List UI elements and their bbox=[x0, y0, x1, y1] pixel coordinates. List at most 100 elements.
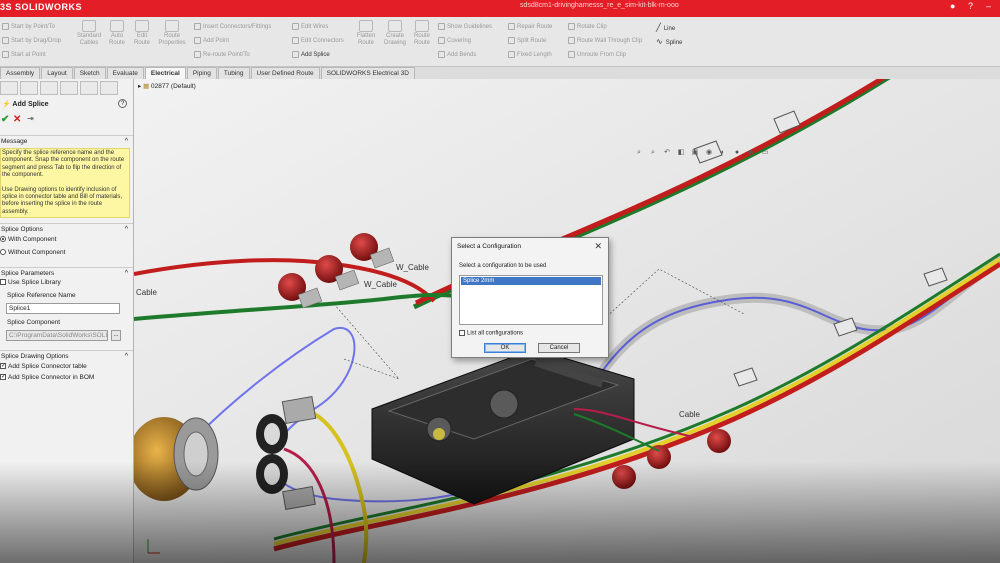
repair-route-button[interactable]: Repair Route bbox=[508, 23, 552, 30]
covering-button[interactable]: Covering bbox=[438, 37, 471, 44]
help-icon[interactable]: ? bbox=[118, 99, 127, 108]
insert-connectors-button[interactable]: Insert Connectors/Fittings bbox=[194, 23, 271, 30]
config-manager-tab[interactable] bbox=[40, 81, 58, 95]
message-section-header[interactable]: Message ^ bbox=[0, 135, 133, 146]
pin-icon[interactable]: ⇥ bbox=[27, 114, 34, 123]
section-view-icon[interactable]: ◧ bbox=[676, 148, 686, 157]
user-icon[interactable]: ● bbox=[950, 1, 955, 11]
minimize-icon[interactable]: – bbox=[986, 1, 991, 11]
split-route-button[interactable]: Split Route bbox=[508, 37, 546, 44]
auto-route-button[interactable]: Auto Route bbox=[106, 20, 128, 47]
splice-drawing-options-header[interactable]: Splice Drawing Options ^ bbox=[0, 350, 133, 361]
tab-user-defined-route[interactable]: User Defined Route bbox=[250, 67, 320, 79]
collapse-icon[interactable]: ^ bbox=[125, 224, 128, 235]
show-guidelines-button[interactable]: Show Guidelines bbox=[438, 23, 492, 30]
add-point-button[interactable]: Add Point bbox=[194, 37, 229, 44]
with-component-radio[interactable]: With Component bbox=[0, 236, 56, 243]
close-icon[interactable]: ✕ bbox=[594, 241, 602, 252]
checkbox-unchecked[interactable] bbox=[459, 330, 465, 336]
checkbox-checked[interactable]: ✓ bbox=[0, 374, 6, 381]
configuration-list[interactable]: Splice 2mm bbox=[459, 275, 603, 325]
line-button[interactable]: ╱ Line bbox=[656, 23, 675, 32]
tab-tubing[interactable]: Tubing bbox=[217, 67, 250, 79]
label: Start by Point/To bbox=[11, 24, 56, 31]
feature-tree-flyout[interactable]: ▸ ▦ 02877 (Default) bbox=[138, 82, 196, 90]
expand-icon[interactable]: ▸ bbox=[138, 83, 141, 90]
property-manager-tab[interactable] bbox=[20, 81, 38, 95]
add-connector-table-checkbox[interactable]: ✓ Add Splice Connector table bbox=[0, 363, 87, 370]
rotate-clip-button[interactable]: Rotate Clip bbox=[568, 23, 607, 30]
label: Route Route bbox=[413, 33, 430, 46]
drawing-icon bbox=[388, 20, 402, 32]
radio-selected[interactable] bbox=[0, 236, 6, 243]
cam-tab[interactable] bbox=[100, 81, 118, 95]
edit-wires-button[interactable]: Edit Wires bbox=[292, 23, 328, 30]
scene-icon[interactable]: ◆ bbox=[746, 148, 756, 157]
route-properties-button[interactable]: Route Properties bbox=[156, 20, 188, 47]
zoom-area-icon[interactable]: ⌕ bbox=[648, 148, 658, 157]
reroute-point-button[interactable]: Re-route Point/To bbox=[194, 51, 250, 58]
tab-solidworks-electrical-3d[interactable]: SOLIDWORKS Electrical 3D bbox=[320, 67, 415, 79]
ok-check-icon[interactable]: ✔ bbox=[1, 114, 9, 125]
cancel-button[interactable]: Cancel bbox=[538, 343, 580, 353]
display-manager-tab[interactable] bbox=[80, 81, 98, 95]
radio-unselected[interactable] bbox=[0, 249, 6, 256]
list-item[interactable]: Splice 2mm bbox=[461, 277, 601, 285]
unroute-from-clip-button[interactable]: Unroute From Clip bbox=[568, 51, 626, 58]
assembly-icon: ▦ bbox=[143, 83, 150, 90]
splice-component-path[interactable]: C:\ProgramData\SolidWorks\SOLID bbox=[6, 330, 108, 341]
label: Line bbox=[663, 26, 676, 32]
splice-ref-input[interactable]: Splice1 bbox=[6, 303, 120, 314]
cancel-x-icon[interactable]: ✕ bbox=[13, 114, 21, 125]
splice-icon bbox=[292, 51, 299, 58]
edit-route-button[interactable]: Edit Route bbox=[131, 20, 153, 47]
previous-view-icon[interactable]: ↶ bbox=[662, 148, 672, 157]
checkbox-unchecked[interactable] bbox=[0, 279, 6, 286]
ok-button[interactable]: OK bbox=[484, 343, 526, 353]
start-at-point-button[interactable]: Start at Point bbox=[2, 51, 46, 58]
cable-label: W_Cable bbox=[396, 263, 429, 272]
label: Repair Route bbox=[517, 24, 553, 31]
tab-sketch[interactable]: Sketch bbox=[73, 67, 106, 79]
create-drawing-button[interactable]: Create Drawing bbox=[381, 20, 409, 47]
view-orientation-icon[interactable]: ▣ bbox=[690, 148, 700, 157]
route-through-clip-button[interactable]: Route Wall Through Clip bbox=[568, 37, 642, 44]
collapse-icon[interactable]: ^ bbox=[125, 136, 128, 147]
start-by-point-button[interactable]: Start by Point/To bbox=[2, 23, 55, 30]
label: Create Drawing bbox=[383, 33, 406, 46]
add-splice-button[interactable]: Add Splice bbox=[292, 51, 330, 58]
collapse-icon[interactable]: ^ bbox=[125, 268, 128, 279]
hide-show-icon[interactable]: ◐ bbox=[718, 148, 728, 157]
tab-evaluate[interactable]: Evaluate bbox=[106, 67, 144, 79]
feature-manager-tab[interactable] bbox=[0, 81, 18, 95]
standard-cables-button[interactable]: Standard Cables bbox=[76, 20, 102, 47]
list-all-configurations-checkbox[interactable]: List all configurations bbox=[459, 330, 523, 337]
tab-layout[interactable]: Layout bbox=[41, 67, 73, 79]
add-bends-button[interactable]: Add Bends bbox=[438, 51, 476, 58]
use-splice-library-checkbox[interactable]: Use Splice Library bbox=[0, 279, 61, 286]
splice-options-header[interactable]: Splice Options ^ bbox=[0, 223, 133, 234]
edit-appearance-icon[interactable]: ● bbox=[732, 148, 742, 157]
tab-electrical[interactable]: Electrical bbox=[144, 67, 186, 79]
title-bar: 3S SOLIDWORKS sdsd8cm1-drivingharnesss_r… bbox=[0, 0, 1000, 17]
splice-parameters-header[interactable]: Splice Parameters ^ bbox=[0, 267, 133, 278]
view-settings-icon[interactable]: ▭ bbox=[760, 148, 770, 157]
help-menu-icon[interactable]: ? bbox=[968, 1, 973, 11]
dimxpert-tab[interactable] bbox=[60, 81, 78, 95]
start-by-drag-button[interactable]: Start by Drag/Drop bbox=[2, 37, 61, 44]
route-route-button[interactable]: Route Route bbox=[411, 20, 433, 47]
spline-button[interactable]: ∿ Spline bbox=[656, 37, 682, 46]
browse-button[interactable]: ... bbox=[111, 330, 121, 341]
zoom-fit-icon[interactable]: ⌕ bbox=[634, 148, 644, 157]
add-connector-bom-checkbox[interactable]: ✓ Add Splice Connector in BOM bbox=[0, 374, 94, 381]
label: Add Bends bbox=[447, 52, 477, 59]
collapse-icon[interactable]: ^ bbox=[125, 351, 128, 362]
without-component-radio[interactable]: Without Component bbox=[0, 249, 65, 256]
display-style-icon[interactable]: ◉ bbox=[704, 148, 714, 157]
edit-connectors-button[interactable]: Edit Connectors bbox=[292, 37, 344, 44]
fixed-length-button[interactable]: Fixed Length bbox=[508, 51, 552, 58]
tab-piping[interactable]: Piping bbox=[186, 67, 217, 79]
flatten-route-button[interactable]: Flatten Route bbox=[354, 20, 378, 47]
checkbox-checked[interactable]: ✓ bbox=[0, 363, 6, 370]
tab-assembly[interactable]: Assembly bbox=[0, 67, 41, 79]
